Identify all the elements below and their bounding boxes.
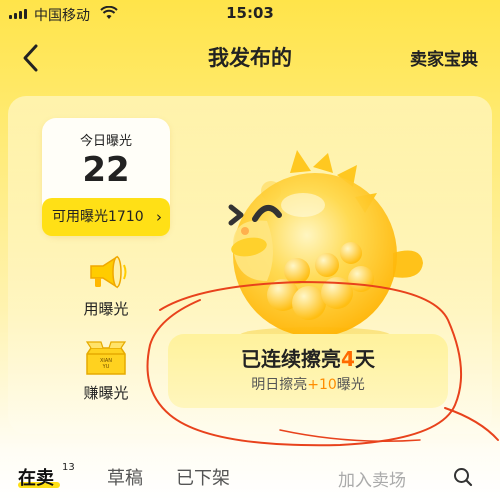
box-brand-bottom: YU (102, 364, 110, 370)
search-icon[interactable] (452, 466, 474, 488)
earn-exposure-button[interactable]: XIAN YU 赚曝光 (71, 340, 141, 403)
tab-bar: 在卖 13 草稿 已下架 加入卖场 (0, 458, 500, 496)
pufferfish-mascot (228, 150, 423, 343)
streak-title: 已连续擦亮4天 (168, 343, 448, 372)
available-exposure-label: 可用曝光1710 (52, 209, 144, 225)
streak-title-suffix: 天 (354, 347, 375, 371)
available-exposure-button[interactable]: 可用曝光1710 › (42, 198, 170, 236)
box-icon: XIAN YU (85, 341, 127, 375)
streak-card[interactable]: 已连续擦亮4天 明日擦亮+10曝光 (168, 334, 448, 408)
use-exposure-label: 用曝光 (83, 300, 129, 318)
tab-removed-label: 已下架 (176, 468, 230, 489)
seller-guide-link[interactable]: 卖家宝典 (410, 45, 478, 70)
streak-days: 4 (341, 347, 355, 371)
use-exposure-button[interactable]: 用曝光 (71, 252, 141, 319)
streak-subtitle: 明日擦亮+10曝光 (168, 374, 448, 394)
today-exposure-card: 今日曝光 22 可用曝光1710 › (42, 118, 170, 236)
tab-on-sale-label: 在卖 (18, 468, 54, 489)
earn-exposure-label: 赚曝光 (83, 384, 129, 402)
tab-removed[interactable]: 已下架 (176, 464, 230, 490)
today-exposure-label: 今日曝光 (79, 134, 132, 149)
streak-title-prefix: 已连续擦亮 (241, 347, 342, 371)
clock: 15:03 (226, 4, 274, 22)
add-to-store-button[interactable]: 加入卖场 (338, 466, 406, 491)
streak-bonus: +10 (307, 377, 337, 393)
tab-drafts[interactable]: 草稿 (107, 464, 143, 490)
today-exposure-value: 22 (82, 150, 130, 190)
add-to-store-label: 加入卖场 (338, 471, 406, 491)
streak-sub-suffix: 曝光 (336, 377, 365, 393)
tab-on-sale[interactable]: 在卖 (18, 464, 54, 490)
chevron-right-icon: › (156, 208, 162, 226)
megaphone-icon (90, 255, 127, 289)
tab-drafts-label: 草稿 (107, 468, 143, 489)
status-bar: 中国移动 15:03 (0, 0, 500, 28)
tab-on-sale-count: 13 (62, 462, 75, 473)
streak-sub-prefix: 明日擦亮 (251, 377, 308, 393)
